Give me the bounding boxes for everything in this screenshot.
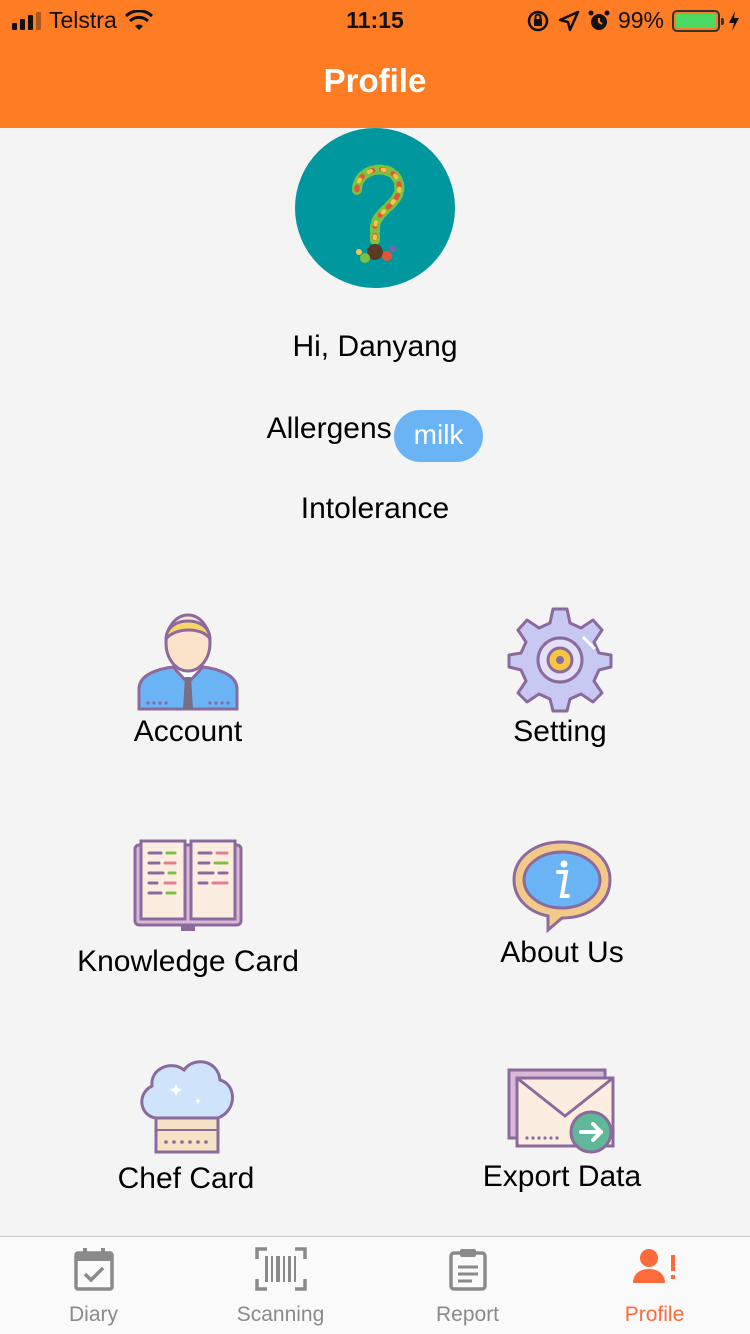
user-alert-icon xyxy=(632,1249,675,1283)
book-icon xyxy=(133,839,243,931)
gear-icon xyxy=(507,607,613,713)
allergen-chip[interactable]: milk xyxy=(393,410,484,462)
intolerance-label[interactable]: Intolerance xyxy=(0,492,750,526)
battery-percent: 99% xyxy=(617,7,664,33)
setting-tile[interactable]: Setting xyxy=(460,605,660,749)
status-bar: Telstra 11:15 99% xyxy=(0,0,750,40)
chef-hat-icon xyxy=(140,1060,234,1154)
barcode-icon xyxy=(254,1247,307,1291)
tab-report[interactable]: Report xyxy=(374,1237,561,1334)
account-tile[interactable]: Account xyxy=(88,605,288,749)
tab-scanning-label: Scanning xyxy=(236,1303,325,1326)
alarm-icon xyxy=(588,10,610,30)
knowledge-card-label: Knowledge Card xyxy=(77,945,299,978)
knowledge-card-tile[interactable]: Knowledge Card xyxy=(58,835,318,979)
rotation-lock-icon xyxy=(527,10,549,31)
tab-profile[interactable]: Profile xyxy=(561,1237,748,1334)
clipboard-icon xyxy=(448,1249,487,1291)
food-question-icon xyxy=(352,164,405,263)
page-title: Profile xyxy=(323,62,427,99)
top-bar: Telstra 11:15 99% Profile xyxy=(0,0,750,128)
chef-card-tile[interactable]: Chef Card xyxy=(86,1054,286,1196)
avatar[interactable] xyxy=(295,128,455,288)
tab-bar: Diary Scanning Report Profile xyxy=(0,1236,750,1334)
calendar-check-icon xyxy=(73,1248,114,1291)
export-envelope-icon xyxy=(507,1068,615,1154)
export-data-label: Export Data xyxy=(482,1160,642,1193)
info-bubble-icon xyxy=(512,840,612,934)
greeting: Hi, Danyang xyxy=(292,330,458,363)
tab-diary[interactable]: Diary xyxy=(0,1237,187,1334)
tab-profile-label: Profile xyxy=(624,1303,685,1326)
about-us-tile[interactable]: About Us xyxy=(462,838,662,970)
tab-scanning[interactable]: Scanning xyxy=(187,1237,374,1334)
account-label: Account xyxy=(133,715,243,748)
battery-icon xyxy=(672,9,724,32)
about-us-label: About Us xyxy=(500,936,624,969)
export-data-tile[interactable]: Export Data xyxy=(462,1064,662,1194)
chef-card-label: Chef Card xyxy=(117,1162,255,1195)
charging-icon xyxy=(729,10,739,31)
allergens-row: Allergens milk xyxy=(0,410,750,462)
location-icon xyxy=(558,10,580,31)
setting-label: Setting xyxy=(513,715,607,748)
allergens-label: Allergens xyxy=(266,412,392,445)
tab-diary-label: Diary xyxy=(68,1303,118,1326)
account-icon xyxy=(137,613,239,711)
tab-report-label: Report xyxy=(435,1303,500,1326)
status-right: 99% xyxy=(526,7,740,34)
